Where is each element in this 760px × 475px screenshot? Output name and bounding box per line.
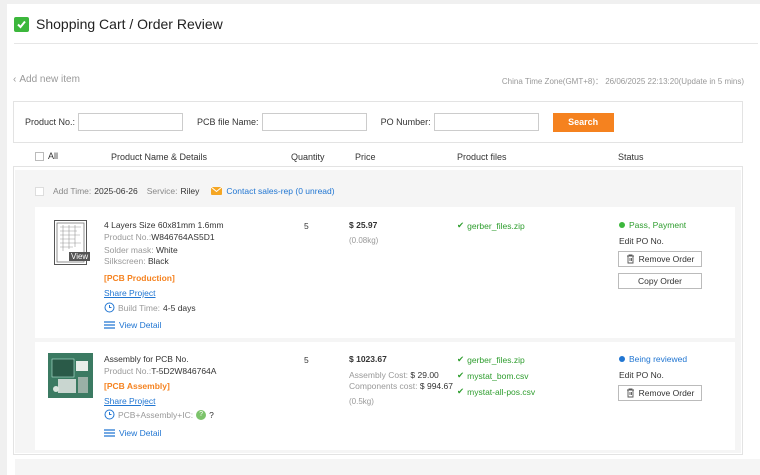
- service-rep: Riley: [180, 186, 200, 196]
- edit-po-link[interactable]: Edit PO No.: [619, 370, 664, 380]
- item-price: $ 25.97: [349, 220, 378, 230]
- item-title: 4 Layers Size 60x81mm 1.6mm: [104, 220, 224, 230]
- share-project-link[interactable]: Share Project: [104, 288, 156, 298]
- page-header: Shopping Cart / Order Review: [14, 14, 223, 34]
- status-dot-icon: [619, 356, 625, 362]
- col-quantity: Quantity: [291, 152, 325, 162]
- order-meta: Add Time: 2025-06-26 Service: Riley Cont…: [28, 186, 335, 196]
- remove-order-button[interactable]: Remove Order: [618, 251, 702, 267]
- select-all-checkbox[interactable]: [35, 151, 44, 161]
- edit-po-link[interactable]: Edit PO No.: [619, 236, 664, 246]
- search-bar: Product No.: PCB file Name: PO Number: S…: [13, 101, 743, 143]
- col-status: Status: [618, 152, 644, 162]
- mail-icon: [211, 187, 223, 195]
- product-no: Product No.:W846764AS5D1: [104, 232, 215, 242]
- share-project-link[interactable]: Share Project: [104, 396, 156, 406]
- solder-mask: Solder mask: White: [104, 245, 178, 255]
- item-category: [PCB Assembly]: [104, 381, 170, 391]
- help-icon[interactable]: ?: [196, 409, 207, 420]
- item-quantity: 5: [304, 221, 309, 231]
- file-link[interactable]: ✔ gerber_files.zip: [457, 354, 525, 365]
- product-no-input[interactable]: [78, 113, 184, 131]
- product-no-label: Product No.:: [25, 117, 76, 127]
- pcb-file-label: PCB file Name:: [197, 117, 259, 127]
- service-label: Service:: [146, 186, 178, 196]
- file-link[interactable]: ✔ gerber_files.zip: [457, 220, 525, 231]
- file-link[interactable]: ✔ mystat-all-pos.csv: [457, 386, 535, 397]
- status-dot-icon: [619, 222, 625, 228]
- components-cost: Components cost: $ 994.67: [349, 381, 453, 391]
- order-checkbox[interactable]: [35, 186, 44, 196]
- clock-icon: [104, 302, 115, 313]
- add-new-item-link[interactable]: ‹ Add new item: [13, 74, 80, 85]
- remove-order-button[interactable]: Remove Order: [618, 385, 702, 401]
- status-badge: Pass, Payment: [619, 220, 686, 230]
- po-number-label: PO Number:: [380, 117, 431, 127]
- col-price: Price: [355, 152, 376, 162]
- add-time-label: Add Time:: [53, 186, 92, 196]
- assembly-info: PCB+Assembly+IC: ? ?: [104, 409, 214, 420]
- add-new-item-label: Add new item: [19, 74, 80, 85]
- next-order-group: [15, 459, 760, 475]
- item-weight: (0.08kg): [349, 236, 379, 245]
- po-number-input[interactable]: [433, 113, 539, 131]
- add-time: 2025-06-26: [94, 186, 138, 196]
- timezone-info: China Time Zone(GMT+8)： 26/06/2025 22:13…: [501, 77, 744, 86]
- file-link[interactable]: ✔ mystat_bom.csv: [457, 370, 529, 381]
- assembly-cost: Assembly Cost: $ 29.00: [349, 370, 439, 380]
- checkmark-icon: [14, 16, 29, 32]
- check-icon: ✔: [457, 220, 465, 230]
- contact-sales-rep-link[interactable]: Contact sales-rep (0 unread): [226, 186, 334, 196]
- page-title: Shopping Cart / Order Review: [36, 16, 223, 32]
- list-icon: [104, 429, 115, 437]
- item-weight: (0.5kg): [349, 397, 374, 406]
- col-name: Product Name & Details: [111, 152, 208, 162]
- check-icon: ✔: [457, 354, 465, 364]
- status-badge: Being reviewed: [619, 354, 687, 364]
- view-detail-link[interactable]: View Detail: [104, 428, 161, 438]
- assembly-board-icon: [48, 353, 93, 398]
- list-icon: [104, 321, 115, 329]
- thumbnail-view-label: View: [69, 252, 91, 261]
- silkscreen: Silkscreen: Black: [104, 256, 169, 266]
- trash-icon: [626, 254, 634, 264]
- assembly-thumbnail[interactable]: [48, 353, 93, 398]
- pcb-file-input[interactable]: [261, 113, 367, 131]
- build-time: Build Time: 4-5 days: [104, 302, 196, 313]
- trash-icon: [626, 388, 634, 398]
- search-button[interactable]: Search: [552, 112, 614, 132]
- col-files: Product files: [457, 152, 507, 162]
- item-quantity: 5: [304, 355, 309, 365]
- check-icon: ✔: [457, 386, 465, 396]
- select-all[interactable]: All: [35, 151, 58, 161]
- product-no: Product No.:T-5D2W846764A: [104, 366, 217, 376]
- divider: [14, 43, 758, 44]
- pcb-thumbnail[interactable]: View: [54, 220, 91, 265]
- chevron-left-icon: ‹: [13, 74, 17, 85]
- check-icon: ✔: [457, 370, 465, 380]
- item-title: Assembly for PCB No.: [104, 354, 189, 364]
- select-all-label: All: [48, 151, 59, 161]
- copy-order-button[interactable]: Copy Order: [618, 273, 702, 289]
- item-category: [PCB Production]: [104, 273, 175, 283]
- item-price: $ 1023.67: [349, 354, 387, 364]
- clock-icon: [104, 409, 115, 420]
- view-detail-link[interactable]: View Detail: [104, 320, 161, 330]
